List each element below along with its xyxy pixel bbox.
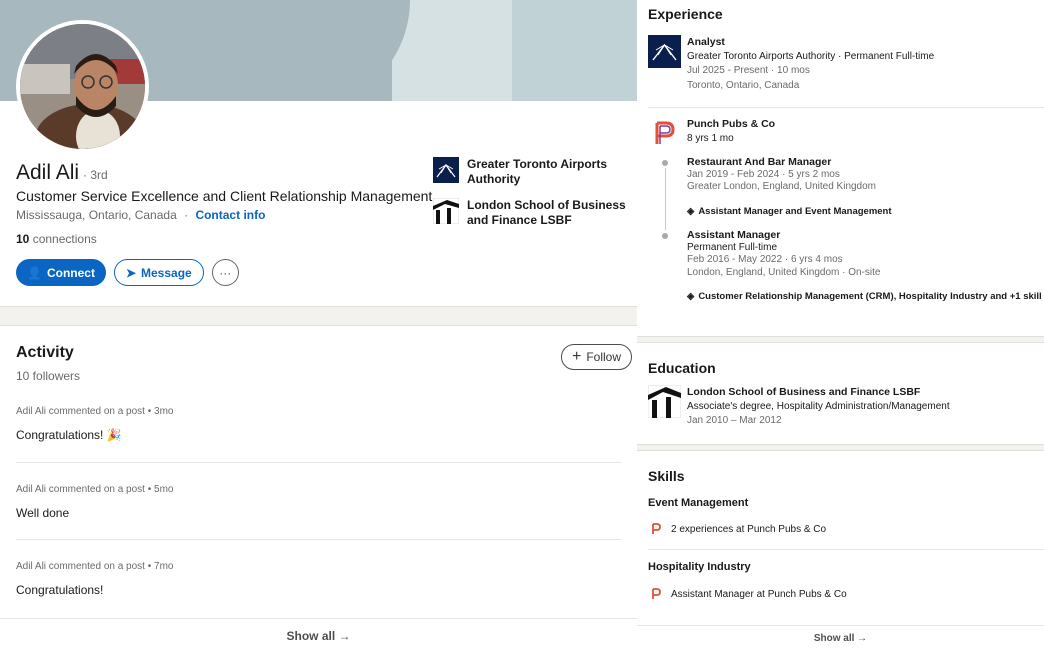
section-divider: [637, 444, 1044, 451]
follow-button[interactable]: + Follow: [561, 344, 633, 370]
skill-detail[interactable]: 2 experiences at Punch Pubs & Co: [650, 523, 826, 535]
post-meta: Adil Ali commented on a post • 7mo: [16, 561, 174, 572]
connection-degree: · 3rd: [83, 168, 108, 182]
company-duration: 8 yrs 1 mo: [687, 132, 734, 144]
skill-divider: [637, 625, 1044, 626]
skill-detail-text: Assistant Manager at Punch Pubs & Co: [671, 588, 847, 600]
role-skills[interactable]: ◈ Assistant Manager and Event Management: [687, 206, 892, 217]
role-location: London, England, United Kingdom · On-sit…: [687, 266, 881, 278]
profile-actions: 👤 Connect ➤ Message ···: [16, 259, 239, 286]
profile-headline: Customer Service Excellence and Client R…: [16, 188, 433, 204]
more-actions-button[interactable]: ···: [211, 259, 239, 286]
role-assistant-manager[interactable]: Assistant Manager Permanent Full-time Fe…: [687, 229, 880, 279]
activity-post[interactable]: Adil Ali commented on a post • 5mo Well …: [16, 484, 621, 520]
activity-show-all-button[interactable]: Show all →: [0, 618, 637, 652]
activity-post[interactable]: Adil Ali commented on a post • 3mo Congr…: [16, 406, 621, 442]
timeline-dot: [662, 160, 668, 166]
org-name: London School of Business and Finance LS…: [467, 198, 626, 227]
education-title: Education: [648, 360, 716, 376]
section-divider: [637, 336, 1044, 343]
punch-pubs-logo-icon: [652, 588, 661, 599]
org-gtaa[interactable]: Greater Toronto Airports Authority: [433, 157, 633, 187]
skill-divider: [648, 549, 1044, 550]
activity-post[interactable]: Adil Ali commented on a post • 7mo Congr…: [16, 561, 621, 597]
education-item[interactable]: London School of Business and Finance LS…: [648, 385, 950, 429]
profile-name: Adil Ali: [16, 161, 80, 184]
education-dates: Jan 2010 – Mar 2012: [687, 415, 782, 426]
punch-pubs-logo-icon: [648, 117, 681, 150]
role-title: Restaurant And Bar Manager: [687, 156, 832, 168]
section-divider: [0, 306, 637, 326]
role-type: Permanent Full-time: [687, 241, 778, 253]
skill-name[interactable]: Event Management: [648, 497, 748, 509]
post-body: Well done: [16, 506, 70, 520]
profile-panel: Adil Ali · 3rd Customer Service Excellen…: [0, 0, 637, 652]
timeline-dot: [662, 233, 668, 239]
experience-title: Experience: [648, 6, 723, 22]
job-title: Analyst: [687, 36, 725, 48]
skills-title: Skills: [648, 468, 685, 484]
post-body: Congratulations!: [16, 583, 104, 597]
message-label: Message: [141, 265, 192, 280]
profile-location: Mississauga, Ontario, Canada: [16, 208, 177, 222]
timeline-line: [665, 168, 666, 230]
skills-show-all-button[interactable]: Show all →: [637, 633, 1044, 644]
org-name: Greater Toronto Airports Authority: [467, 157, 608, 186]
profile-name-row: Adil Ali · 3rd: [16, 161, 108, 185]
org-lsbf[interactable]: London School of Business and Finance LS…: [433, 198, 633, 228]
experience-divider: [648, 107, 1044, 108]
profile-location-row: Mississauga, Ontario, Canada · Contact i…: [16, 208, 265, 222]
details-panel: Experience Analyst Greater Toronto Airpo…: [637, 0, 1044, 652]
connections-count[interactable]: 10 connections: [16, 232, 97, 246]
connections-number: 10: [16, 232, 30, 246]
follow-label: Follow: [586, 350, 622, 364]
post-meta: Adil Ali commented on a post • 3mo: [16, 406, 174, 417]
lsbf-logo-icon: [648, 385, 681, 418]
job-dates: Jul 2025 - Present · 10 mos: [687, 65, 810, 76]
top-orgs: Greater Toronto Airports Authority Londo…: [433, 157, 633, 239]
punch-pubs-logo-icon: [652, 523, 661, 534]
job-location: Toronto, Ontario, Canada: [687, 79, 800, 91]
followers-count: 10 followers: [16, 369, 81, 383]
gtaa-logo-icon: [433, 157, 459, 183]
separator-dot: ·: [184, 208, 189, 222]
education-degree: Associate's degree, Hospitality Administ…: [687, 400, 950, 412]
lsbf-logo-icon: [433, 198, 459, 224]
post-divider: [16, 539, 621, 540]
diamond-icon: ◈: [687, 291, 695, 302]
post-body: Congratulations! 🎉: [16, 428, 122, 442]
gtaa-logo-icon: [648, 35, 681, 68]
company-name: Punch Pubs & Co: [687, 118, 776, 130]
connections-label: connections: [32, 232, 97, 246]
skill-name[interactable]: Hospitality Industry: [648, 561, 751, 573]
post-divider: [16, 462, 621, 463]
job-company: Greater Toronto Airports Authority · Per…: [687, 50, 935, 62]
plus-icon: +: [572, 348, 582, 365]
connect-label: Connect: [46, 265, 95, 280]
message-button[interactable]: ➤ Message: [113, 259, 204, 286]
role-title: Assistant Manager: [687, 229, 781, 241]
activity-title: Activity: [16, 344, 74, 361]
diamond-icon: ◈: [687, 206, 695, 217]
add-person-icon: 👤: [27, 265, 42, 280]
role-dates: Jan 2019 - Feb 2024 · 5 yrs 2 mos: [687, 168, 840, 180]
role-skills-text: Customer Relationship Management (CRM), …: [698, 291, 1042, 302]
role-location: Greater London, England, United Kingdom: [687, 181, 877, 192]
avatar[interactable]: [16, 20, 149, 153]
connect-button[interactable]: 👤 Connect: [16, 259, 106, 286]
send-icon: ➤: [125, 265, 137, 280]
post-meta: Adil Ali commented on a post • 5mo: [16, 484, 174, 495]
school-name: London School of Business and Finance LS…: [687, 386, 921, 398]
role-dates: Feb 2016 - May 2022 · 6 yrs 4 mos: [687, 254, 843, 265]
experience-item-punch[interactable]: Punch Pubs & Co 8 yrs 1 mo: [648, 117, 775, 150]
role-restaurant-manager[interactable]: Restaurant And Bar Manager Jan 2019 - Fe…: [687, 156, 876, 194]
role-skills-text: Assistant Manager and Event Management: [698, 206, 892, 217]
skill-detail[interactable]: Assistant Manager at Punch Pubs & Co: [650, 588, 847, 600]
experience-item-analyst[interactable]: Analyst Greater Toronto Airports Authori…: [648, 35, 934, 93]
contact-info-link[interactable]: Contact info: [195, 208, 265, 222]
skill-detail-text: 2 experiences at Punch Pubs & Co: [671, 523, 827, 535]
role-skills[interactable]: ◈ Customer Relationship Management (CRM),…: [687, 291, 1042, 302]
